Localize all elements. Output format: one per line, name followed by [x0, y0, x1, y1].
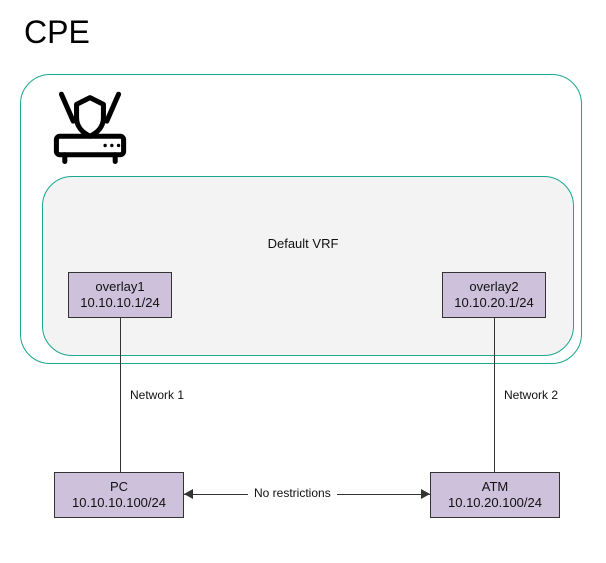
link-network1-line: [120, 318, 121, 472]
interface-name: overlay1: [95, 279, 144, 295]
vrf-label: Default VRF: [0, 236, 606, 251]
link-network1-label: Network 1: [130, 388, 184, 402]
host-name: ATM: [482, 479, 508, 495]
interface-name: overlay2: [469, 279, 518, 295]
interface-cidr: 10.10.20.1/24: [454, 295, 534, 311]
interface-overlay2: overlay2 10.10.20.1/24: [442, 272, 546, 318]
link-network2-line: [494, 318, 495, 472]
diagram-title: CPE: [24, 14, 90, 51]
arrow-left-icon: [184, 489, 193, 499]
arrow-right-icon: [421, 489, 430, 499]
host-cidr: 10.10.10.100/24: [72, 495, 166, 511]
router-icon: [48, 88, 132, 166]
host-name: PC: [110, 479, 128, 495]
interface-cidr: 10.10.10.1/24: [80, 295, 160, 311]
interface-overlay1: overlay1 10.10.10.1/24: [68, 272, 172, 318]
bottom-connection-label: No restrictions: [248, 486, 337, 500]
link-network2-label: Network 2: [504, 388, 558, 402]
host-pc: PC 10.10.10.100/24: [54, 472, 184, 518]
host-atm: ATM 10.10.20.100/24: [430, 472, 560, 518]
host-cidr: 10.10.20.100/24: [448, 495, 542, 511]
